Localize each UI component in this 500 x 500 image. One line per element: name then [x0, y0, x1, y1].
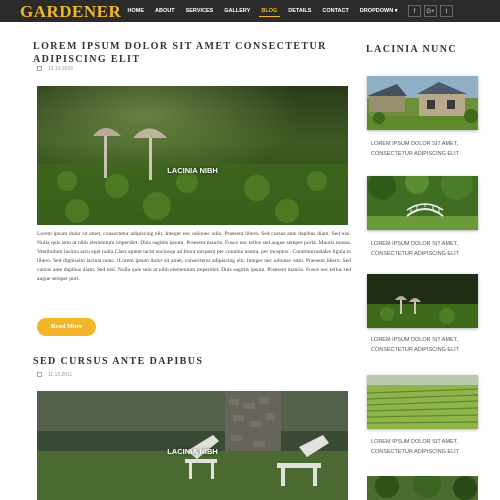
post-date-text: 11.12.2011	[48, 372, 73, 378]
post-image-chairs[interactable]: LACINIA NIBH	[37, 391, 348, 500]
sidebar-title: LACINIA NUNC	[366, 44, 457, 55]
post-image-mushrooms[interactable]: LACINIA NIBH	[37, 86, 348, 225]
sidebar-item-text[interactable]: LOREM IPSUM DOLOR SIT AMET, CONSECTETUR …	[371, 239, 477, 259]
main-nav: HOME ABOUT SERVICES GALLERY BLOG DETAILS…	[122, 0, 403, 22]
nav-contact[interactable]: CONTACT	[317, 0, 354, 22]
sidebar-item-text[interactable]: LOREM IPSUM DOLOR SIT AMET, CONSECTETUR …	[371, 335, 477, 355]
nav-details[interactable]: DETAILS	[283, 0, 317, 22]
vineyard-photo	[367, 375, 478, 429]
image-caption: LACINIA NIBH	[167, 447, 218, 456]
sidebar-item-text[interactable]: LOREM IPSUM DOLOR SIT AMET, CONSECTETUR …	[371, 437, 477, 457]
mushroom-thumb-photo	[367, 274, 478, 328]
nav-about[interactable]: ABOUT	[150, 0, 181, 22]
post-date: 12.10.2016	[37, 66, 73, 72]
twitter-icon[interactable]: t	[440, 5, 453, 17]
post-body-text: Lorem ipsum dolor sit amet, consectetur …	[37, 231, 351, 283]
image-caption: LACINIA NIBH	[167, 166, 218, 175]
post-date: 11.12.2011	[37, 372, 72, 378]
sidebar-image-mushrooms[interactable]	[367, 274, 478, 328]
nav-blog[interactable]: BLOG	[256, 0, 283, 22]
sidebar-image-bridge[interactable]	[367, 176, 478, 230]
garden-chairs-photo	[37, 391, 348, 500]
nav-gallery[interactable]: GALLERY	[219, 0, 256, 22]
sidebar-image-vineyard[interactable]	[367, 375, 478, 429]
mushroom-photo	[37, 86, 348, 225]
nav-home[interactable]: HOME	[122, 0, 150, 22]
calendar-icon	[37, 372, 42, 377]
house-photo	[367, 76, 478, 130]
calendar-icon	[37, 66, 42, 71]
sidebar-item-text[interactable]: LOREM IPSUM DOLOR SIT AMET, CONSECTETUR …	[371, 139, 477, 159]
sidebar-image-trees[interactable]	[367, 476, 478, 500]
top-navbar: GARDENER HOME ABOUT SERVICES GALLERY BLO…	[0, 0, 500, 22]
read-more-button[interactable]: Read More	[37, 318, 96, 336]
facebook-icon[interactable]: f	[408, 5, 421, 17]
post-date-text: 12.10.2016	[48, 66, 74, 72]
google-plus-icon[interactable]: G+	[424, 5, 437, 17]
nav-dropdown[interactable]: DROPDOWN ▾	[354, 0, 403, 22]
post-title[interactable]: SED CURSUS ANTE DAPIBUS	[33, 355, 333, 368]
trees-photo	[367, 476, 478, 500]
garden-bridge-photo	[367, 176, 478, 230]
post-title[interactable]: LOREM IPSUM DOLOR SIT AMET CONSECTETUR A…	[33, 40, 333, 66]
site-logo[interactable]: GARDENER	[20, 2, 121, 22]
sidebar-image-house[interactable]	[367, 76, 478, 130]
nav-services[interactable]: SERVICES	[180, 0, 219, 22]
